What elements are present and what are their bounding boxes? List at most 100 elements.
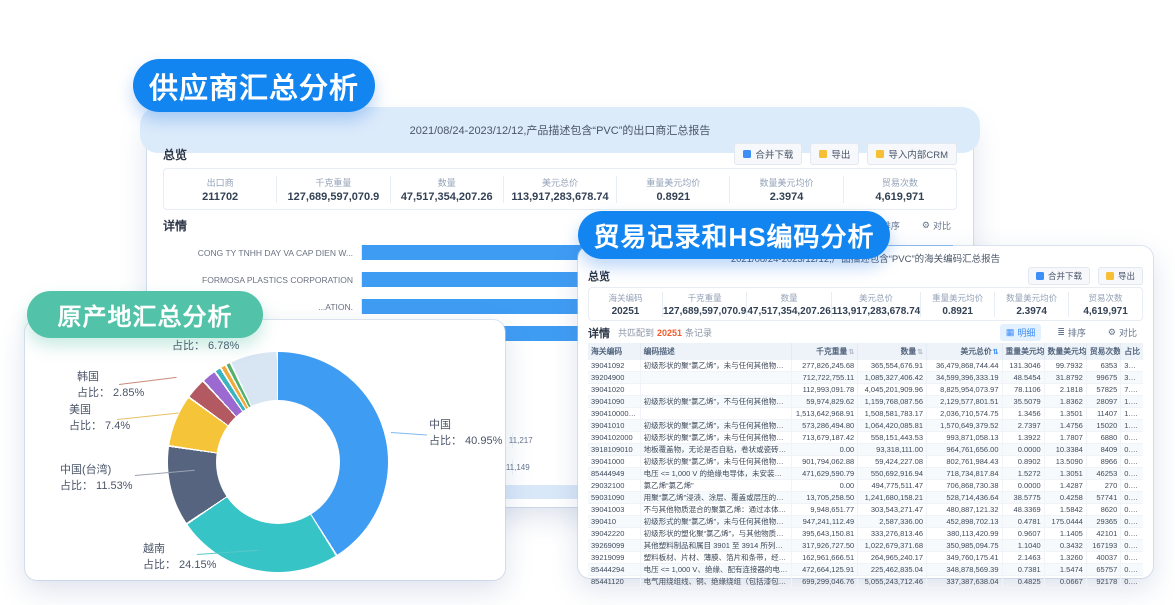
table-row[interactable]: 39042220 初级形状的塑化聚“氯乙烯”，与其他物质混合：颗粒 395,64… bbox=[588, 528, 1143, 540]
cell-qty-avg: 1.5842 bbox=[1044, 504, 1086, 516]
table-row[interactable]: 39219099 塑料板材、片材、薄膜、箔片和条带，经过硬化、层压、支撑或类似地… bbox=[588, 552, 1143, 564]
col-header-usd[interactable]: 美元总价⇅ bbox=[927, 343, 1002, 360]
summary-cell: 重量美元均价 0.8921 bbox=[616, 176, 729, 203]
cell-share: 7.75% bbox=[1121, 384, 1143, 396]
table-row[interactable]: 39269099 其他塑料制品和属目 3901 至 3914 所列的其他材料制品… bbox=[588, 540, 1143, 552]
summary-value: 113,917,283,678.74 bbox=[504, 191, 616, 203]
gear-icon: ⚙ bbox=[1108, 327, 1116, 338]
table-row[interactable]: 39041010 初级形状的聚“氯乙烯”，未与任何其他物质混合：乳液级 PVC … bbox=[588, 420, 1143, 432]
cell-kg-avg: 0.8902 bbox=[1002, 456, 1044, 468]
table-row[interactable]: 39041020 112,993,091.78 4,045,201,909.96… bbox=[588, 384, 1143, 396]
cell-hs-code: 39041090 bbox=[588, 396, 640, 408]
cell-qty: 558,151,443.53 bbox=[858, 432, 927, 444]
table-header-row: 海关编码 编码描述 千克重量⇅ 数量⇅ 美元总价⇅ 重量美元均价 数量美元均价 … bbox=[588, 343, 1143, 360]
table-row[interactable]: 390410000019 1,513,642,968.91 1,508,581,… bbox=[588, 408, 1143, 420]
table-row[interactable]: 3918109010 地板覆盖物，无论是否自粘，卷状或瓷砖形式，以及墙壁或天花板… bbox=[588, 444, 1143, 456]
cell-kg: 317,926,727.50 bbox=[791, 540, 858, 552]
cell-qty: 225,462,835.04 bbox=[858, 564, 927, 576]
cell-count: 29365 bbox=[1086, 516, 1120, 528]
cell-usd: 380,113,420.99 bbox=[927, 528, 1002, 540]
col-header-share[interactable]: 占比 bbox=[1121, 343, 1143, 360]
cell-kg: 947,241,112.49 bbox=[791, 516, 858, 528]
donut-slice-label: 韩国 占比： 2.85% bbox=[77, 370, 144, 401]
table-row[interactable]: 3904102000 初级形状的聚“氯乙烯”，未与任何其他物质混合：悬浮级 PV… bbox=[588, 432, 1143, 444]
hs-code-table: 海关编码 编码描述 千克重量⇅ 数量⇅ 美元总价⇅ 重量美元均价 数量美元均价 … bbox=[588, 343, 1143, 588]
toolbar-button[interactable]: 导出 bbox=[1098, 267, 1143, 285]
table-row[interactable]: 85444949 电压 <= 1,000 V 的绝缘电导体，未安装连接器，其他绝… bbox=[588, 468, 1143, 480]
summary-label: 数量 bbox=[747, 292, 830, 304]
cell-hs-code: 85444949 bbox=[588, 468, 640, 480]
hs-toolbar: 合并下载 导出 bbox=[1028, 267, 1143, 285]
detail-label: 详情 bbox=[588, 325, 610, 341]
cell-kg-avg: 0.0000 bbox=[1002, 480, 1044, 492]
sort-arrows-icon[interactable]: ⇅ bbox=[993, 349, 999, 356]
origin-report-panel: 占比： 6.78% 韩国 占比： 2.85% 美国 占比： 7.4% 中国(台湾… bbox=[25, 320, 505, 580]
table-row[interactable]: 390410 初级形式的聚“氯乙烯”，未与任何其他物质混合 + 未提供详细标签 … bbox=[588, 516, 1143, 528]
slice-percentage: 占比： 24.15% bbox=[143, 558, 216, 573]
detail-label: 详情 bbox=[163, 217, 187, 234]
summary-value: 4,619,971 bbox=[1069, 306, 1142, 317]
compare-toggle[interactable]: ⚙对比 bbox=[1102, 324, 1143, 341]
col-header-description[interactable]: 编码描述 bbox=[640, 343, 791, 360]
cell-description: 其他塑料制品和属目 3901 至 3914 所列的其他材料制品（不包括 9619… bbox=[640, 540, 791, 552]
sort-arrows-icon[interactable]: ⇅ bbox=[848, 349, 854, 356]
cell-qty: 1,064,420,085.81 bbox=[858, 420, 927, 432]
table-row[interactable]: 39041090 初级形状的聚“氯乙烯”，不与任何其他物质混合：其他层（氯乙烯）… bbox=[588, 396, 1143, 408]
cell-share: 0.87% bbox=[1121, 432, 1143, 444]
table-row[interactable]: 39041092 初级形状的聚“氯乙烯”，未与任何其他物质混合：其他：粉末 27… bbox=[588, 360, 1143, 372]
table-row[interactable]: 29032100 氯乙烯“氯乙烯” 0.00 494,775,511.47 70… bbox=[588, 480, 1143, 492]
supplier-summary-box: 出口商 211702 千克重量 127,689,597,070.9 数量 47,… bbox=[163, 168, 957, 210]
col-header-kg[interactable]: 千克重量⇅ bbox=[791, 343, 858, 360]
col-header-qty-avg[interactable]: 数量美元均价 bbox=[1044, 343, 1086, 360]
table-row[interactable]: 39204900 712,722,755.11 1,085,327,406.42… bbox=[588, 372, 1143, 384]
toolbar-button-label: 导出 bbox=[1118, 270, 1135, 282]
summary-label: 数量美元均价 bbox=[995, 292, 1068, 304]
toolbar-button[interactable]: 导入内部CRM bbox=[867, 143, 957, 165]
hs-summary-box: 海关编码 20251 千克重量 127,689,597,070.9 数量 47,… bbox=[588, 287, 1143, 321]
cell-kg-avg: 0.4781 bbox=[1002, 516, 1044, 528]
cell-qty: 365,554,676.91 bbox=[858, 360, 927, 372]
cell-qty-avg: 1.4756 bbox=[1044, 420, 1086, 432]
donut-slice-label: 美国 占比： 7.4% bbox=[69, 403, 130, 434]
col-header-qty[interactable]: 数量⇅ bbox=[858, 343, 927, 360]
cell-hs-code: 59031090 bbox=[588, 492, 640, 504]
donut-slice-label: 中国(台湾) 占比： 11.53% bbox=[60, 463, 133, 494]
toolbar-button[interactable]: 导出 bbox=[810, 143, 859, 165]
cell-kg-avg: 0.0000 bbox=[1002, 444, 1044, 456]
cell-usd: 8,825,954,073.97 bbox=[927, 384, 1002, 396]
cell-qty: 303,543,271.47 bbox=[858, 504, 927, 516]
cell-hs-code: 85441120 bbox=[588, 576, 640, 588]
cell-kg-avg: 0.9607 bbox=[1002, 528, 1044, 540]
toolbar-button-icon bbox=[876, 150, 884, 158]
cell-share: 0.31% bbox=[1121, 552, 1143, 564]
view-detail-toggle[interactable]: ▦明细 bbox=[1000, 324, 1042, 341]
summary-label: 美元总价 bbox=[832, 292, 920, 304]
slice-percentage: 占比： 6.78% bbox=[172, 339, 239, 354]
summary-cell: 美元总价 113,917,283,678.74 bbox=[503, 176, 616, 203]
overview-label: 总览 bbox=[588, 268, 610, 284]
summary-cell: 海关编码 20251 bbox=[589, 292, 662, 317]
toolbar-button[interactable]: 合并下载 bbox=[734, 143, 802, 165]
table-row[interactable]: 59031090 用聚“氯乙烯”浸渍、涂层、覆盖或层压的纺织织物（不包括用聚“氯… bbox=[588, 492, 1143, 504]
cell-hs-code: 39041010 bbox=[588, 420, 640, 432]
compare-toggle[interactable]: ⚙对比 bbox=[916, 217, 957, 234]
cell-description: 初级形状的聚“氯乙烯”，未与任何其他物质混合：悬浮级 PVC 树脂 bbox=[640, 432, 791, 444]
cell-description bbox=[640, 408, 791, 420]
table-row[interactable]: 39041000 初级形状的聚“氯乙烯”，未与任何其他物质混合 + 未提供详细标… bbox=[588, 456, 1143, 468]
col-header-count[interactable]: 贸易次数⇅ bbox=[1086, 343, 1120, 360]
cell-kg: 9,948,651.77 bbox=[791, 504, 858, 516]
toolbar-button[interactable]: 合并下载 bbox=[1028, 267, 1090, 285]
cell-usd: 34,599,396,333.19 bbox=[927, 372, 1002, 384]
sort-arrows-icon[interactable]: ⇅ bbox=[917, 349, 923, 356]
cell-qty-avg: 31.8792 bbox=[1044, 372, 1086, 384]
sort-toggle[interactable]: ≣排序 bbox=[1051, 324, 1092, 341]
cell-kg-avg: 48.3369 bbox=[1002, 504, 1044, 516]
col-header-hs-code[interactable]: 海关编码 bbox=[588, 343, 640, 360]
table-row[interactable]: 85441120 电气用绕组线、铜、绝缘绕组（包括漆包或阳极氧化）电线、电缆（包… bbox=[588, 576, 1143, 588]
col-header-kg-avg[interactable]: 重量美元均价 bbox=[1002, 343, 1044, 360]
cell-kg: 713,679,187.42 bbox=[791, 432, 858, 444]
table-row[interactable]: 85444294 电压 <= 1,000 V、绝缘、配有连接器的电导体，其他：电… bbox=[588, 564, 1143, 576]
cell-kg: 59,974,829.62 bbox=[791, 396, 858, 408]
table-row[interactable]: 39041003 不与其他物质混合的聚氯乙烯：通过本体或悬浮聚合工艺获得的聚氯乙… bbox=[588, 504, 1143, 516]
cell-qty: 93,318,111.00 bbox=[858, 444, 927, 456]
